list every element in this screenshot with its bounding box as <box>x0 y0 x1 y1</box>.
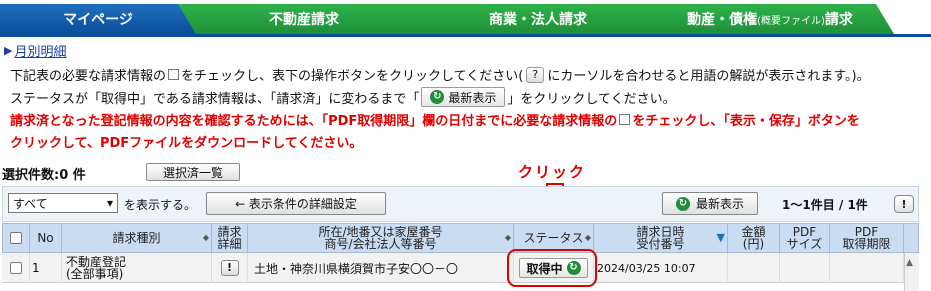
status-highlight-circle <box>507 249 597 287</box>
refresh-icon: ↻ <box>430 90 445 104</box>
header-amount-label: 金額 (円) <box>741 225 766 251</box>
header-pdf-deadline-label: PDF 取得期限 <box>842 225 891 251</box>
warning-line-2: クリックして、PDFファイルをダウンロードしてください。 <box>10 132 362 151</box>
row-pdf-size <box>780 253 830 283</box>
warning-text: クリックして、PDFファイルをダウンロードしてください。 <box>10 136 363 151</box>
instruction-text: にカーソルを合わせると用語の解説が表示されます。)。 <box>547 69 870 84</box>
instruction-line-2: ステータスが「取得中」である請求情報は、「請求済」に変わるまで「 ↻ 最新表示 … <box>10 87 676 107</box>
header-detail: 請求 詳細 <box>212 223 248 253</box>
header-type-label: 請求種別 <box>112 231 161 245</box>
header-amount: 金額 (円) <box>728 223 780 253</box>
click-annotation: クリック <box>518 163 587 181</box>
tab-mypage[interactable]: マイページ <box>0 4 196 34</box>
tab-bar: 動産・債権 (概要ファイル) 請求 商業・法人請求 不動産請求 マイページ <box>0 0 931 36</box>
checkbox-icon <box>168 69 180 80</box>
refresh-inline-label: 最新表示 <box>448 90 497 105</box>
breadcrumb: ▶ 月別明細 <box>4 41 66 60</box>
tab-movables-suffix: 請求 <box>824 12 853 28</box>
selection-count: 選択件数:0 件 <box>2 168 86 183</box>
instruction-line-1: 下記表の必要な請求情報の をチェックし、表下の操作ボタンをクリックしてください(… <box>10 65 870 84</box>
filter-label: を表示する。 <box>124 198 197 212</box>
row-checkbox[interactable] <box>9 262 22 274</box>
row-no: 1 <box>30 253 62 283</box>
row-location-value: 土地・神奈川県横須賀市子安〇〇－〇 <box>254 261 459 276</box>
tab-movables-small-label: (概要ファイル) <box>757 15 825 27</box>
header-location[interactable]: 所在/地番又は家屋番号 商号/会社法人等番号 ◆ <box>248 223 514 253</box>
refresh-button-label: 最新表示 <box>695 197 744 211</box>
detail-conditions-button[interactable]: ← 表示条件の詳細設定 <box>206 192 386 215</box>
tab-underline <box>0 34 931 37</box>
warning-text: をチェックし、「表示・保存」ボタンを <box>632 114 860 129</box>
tab-commercial-label: 商業・法人請求 <box>489 12 587 28</box>
detail-exclamation-icon[interactable]: ! <box>220 260 239 276</box>
instruction-text: ステータスが「取得中」である請求情報は、「請求済」に変わるまで「 <box>10 91 420 107</box>
row-datetime-value: 2024/03/25 10:07 <box>597 261 696 275</box>
header-pdf-deadline: PDF 取得期限 <box>830 223 904 253</box>
sort-icon: ◆ <box>584 233 591 242</box>
sort-icon: ◆ <box>202 233 209 242</box>
tab-real-estate[interactable]: 不動産請求 <box>178 4 430 34</box>
row-no-value: 1 <box>32 261 40 275</box>
instruction-text: をチェックし、表下の操作ボタンをクリックしてください( <box>181 69 524 84</box>
header-no: No <box>30 223 62 253</box>
chevron-down-icon: ▾ <box>106 196 113 210</box>
select-all-checkbox[interactable] <box>9 232 22 244</box>
monthly-statement-link[interactable]: 月別明細 <box>14 41 66 60</box>
tab-movables-label: 動産・債権 <box>687 12 758 28</box>
header-datetime-label: 請求日時 受付番号 <box>636 225 685 251</box>
refresh-button[interactable]: ↻ 最新表示 <box>662 192 758 215</box>
triangle-right-icon: ▶ <box>4 44 13 57</box>
row-detail: ! <box>212 253 248 283</box>
header-location-label: 所在/地番又は家屋番号 商号/会社法人等番号 <box>318 225 443 251</box>
warning-text: 請求済となった登記情報の内容を確認するためには、「PDF取得期限」欄の日付までに… <box>10 114 618 129</box>
row-amount <box>728 253 780 283</box>
instruction-text: 下記表の必要な請求情報の <box>10 69 167 84</box>
header-pdf-size: PDF サイズ <box>780 223 830 253</box>
row-type: 不動産登記 (全部事項) <box>62 253 212 283</box>
row-location: 土地・神奈川県横須賀市子安〇〇－〇 <box>248 253 514 283</box>
refresh-icon: ↻ <box>675 196 690 211</box>
row-type-value: 不動産登記 (全部事項) <box>66 255 127 281</box>
header-detail-label: 請求 詳細 <box>217 225 242 251</box>
header-pdf-size-label: PDF サイズ <box>786 225 823 251</box>
header-status-label: ステータス <box>523 231 584 245</box>
selected-list-button[interactable]: 選択済一覧 <box>146 163 240 181</box>
row-pdf-deadline <box>830 253 904 283</box>
warning-line-1: 請求済となった登記情報の内容を確認するためには、「PDF取得期限」欄の日付までに… <box>10 110 860 129</box>
select-all-cell <box>2 223 30 253</box>
filter-select[interactable]: すべて ▾ <box>8 193 118 213</box>
help-exclamation-icon[interactable]: ! <box>894 195 914 213</box>
tab-real-estate-label: 不動産請求 <box>269 12 339 28</box>
sort-icon: ◆ <box>504 233 511 242</box>
header-type[interactable]: 請求種別 ◆ <box>62 223 212 253</box>
header-no-label: No <box>37 231 54 245</box>
scroll-up-icon[interactable]: ▲ <box>906 258 913 268</box>
header-datetime[interactable]: 請求日時 受付番号 ▼ <box>594 223 728 253</box>
checkbox-icon <box>619 114 631 125</box>
filter-select-value: すべて <box>13 196 48 211</box>
tab-movables-claims[interactable]: 動産・債権 (概要ファイル) 請求 <box>646 4 894 34</box>
help-question-icon: ? <box>526 66 545 83</box>
row-datetime: 2024/03/25 10:07 <box>594 253 728 283</box>
instruction-text: 」をクリックしてください。 <box>507 91 676 107</box>
row-select-cell <box>2 253 30 283</box>
sort-desc-icon: ▼ <box>716 231 725 244</box>
tab-mypage-label: マイページ <box>63 12 133 28</box>
refresh-inline-icon: ↻ 最新表示 <box>421 87 506 107</box>
tab-commercial[interactable]: 商業・法人請求 <box>412 4 664 34</box>
page-info: 1〜1件目 / 1件 <box>782 198 868 212</box>
